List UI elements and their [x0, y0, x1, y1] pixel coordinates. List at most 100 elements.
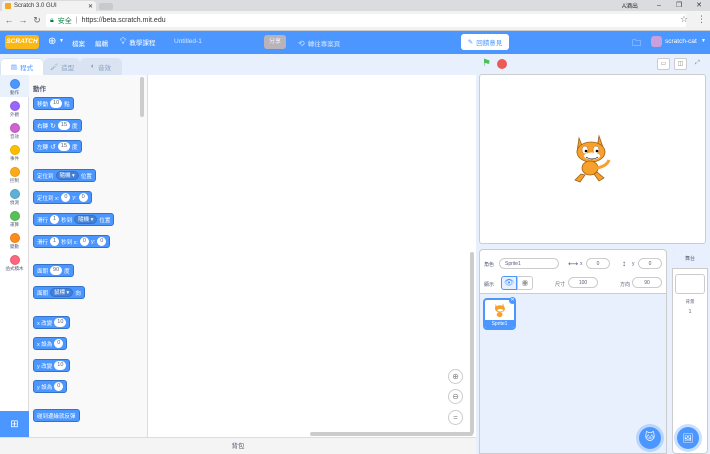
- zoom-in-icon[interactable]: ⊕: [448, 369, 463, 384]
- browser-tab[interactable]: Scratch 3.0 GUI ✕: [2, 1, 96, 11]
- block-goto[interactable]: 定位到 隨機 ▾ 位置: [33, 169, 96, 182]
- add-extension-button[interactable]: ⊞: [0, 411, 29, 437]
- block-input[interactable]: 0: [54, 382, 64, 391]
- block-dropdown[interactable]: 隨機 ▾: [74, 215, 98, 224]
- x-field[interactable]: 0: [586, 258, 610, 269]
- block-bounce[interactable]: 碰到邊緣就反彈: [33, 409, 80, 422]
- direction-field[interactable]: 90: [632, 277, 662, 288]
- block-move-steps[interactable]: 移動 10 點: [33, 97, 74, 110]
- scratch-cat-sprite[interactable]: [569, 130, 613, 186]
- category-item[interactable]: 音效: [0, 123, 29, 145]
- category-label: 動作: [10, 90, 19, 95]
- block-glide[interactable]: 滑行 1 秒到 隨機 ▾ 位置: [33, 213, 115, 226]
- category-label: 外觀: [10, 112, 19, 117]
- block-input[interactable]: 10: [50, 99, 63, 108]
- feedback-button[interactable]: ✎ 回饋意見: [461, 34, 509, 50]
- block-goto-xy[interactable]: 定位到 x: 0 y: 0: [33, 191, 92, 204]
- block-glide-xy[interactable]: 滑行 1 秒到 x: 0 y: 0: [33, 235, 111, 248]
- delete-sprite-icon[interactable]: ✕: [509, 297, 516, 304]
- block-turn-right[interactable]: 右轉 ↻ 15 度: [33, 119, 82, 132]
- tab-code[interactable]: ▤ 程式: [0, 58, 44, 75]
- menu-edit[interactable]: 編輯: [95, 38, 108, 48]
- category-item[interactable]: 動作: [0, 79, 29, 101]
- script-horizontal-scrollbar[interactable]: [310, 432, 473, 436]
- block-set-x[interactable]: x 設為 0: [33, 337, 68, 350]
- show-visible-eye-icon[interactable]: 👁︎: [501, 276, 517, 290]
- bookmark-star-icon[interactable]: ☆: [680, 14, 688, 25]
- backpack[interactable]: 背包: [0, 437, 476, 454]
- tab-sounds[interactable]: 🔈︎ 音效: [80, 58, 122, 75]
- block-input[interactable]: 0: [97, 237, 107, 246]
- feedback-label: 回饋意見: [476, 40, 503, 47]
- block-dropdown[interactable]: 隨機 ▾: [55, 171, 79, 180]
- close-window-icon[interactable]: ✕: [689, 0, 709, 11]
- see-project-page-button[interactable]: ⟲ 轉往專案頁: [298, 38, 340, 49]
- sprite-area-scrollbar[interactable]: [470, 252, 474, 434]
- category-item[interactable]: 事件: [0, 145, 29, 167]
- tab-costumes[interactable]: 🖌︎ 造型: [44, 58, 80, 75]
- maximize-icon[interactable]: ❐: [669, 0, 689, 11]
- block-input[interactable]: 15: [57, 142, 71, 151]
- add-backdrop-button[interactable]: 🖼︎: [677, 427, 699, 449]
- category-item[interactable]: 控制: [0, 167, 29, 189]
- category-item[interactable]: 偵測: [0, 189, 29, 211]
- stage-thumbnail[interactable]: [675, 274, 705, 294]
- zoom-out-icon[interactable]: ⊖: [448, 389, 463, 404]
- block-set-y[interactable]: y 設為 0: [33, 380, 68, 393]
- green-flag-icon[interactable]: ⚑: [482, 58, 491, 69]
- minimize-icon[interactable]: –: [649, 0, 669, 11]
- category-item[interactable]: 變數: [0, 233, 29, 255]
- browser-user[interactable]: A酒出: [622, 1, 638, 10]
- large-stage-icon[interactable]: ◫: [674, 58, 687, 70]
- close-tab-icon[interactable]: ✕: [88, 3, 93, 10]
- account-chevron-down-icon[interactable]: ▼: [701, 38, 706, 44]
- block-change-x[interactable]: x 改變 10: [33, 316, 71, 329]
- block-change-y[interactable]: y 改變 10: [33, 359, 71, 372]
- block-input[interactable]: 0: [54, 339, 64, 348]
- category-item[interactable]: 運算: [0, 211, 29, 233]
- show-hidden-eye-icon[interactable]: ◉: [517, 276, 533, 290]
- block-point-towards[interactable]: 面朝 鼠標 ▾ 向: [33, 286, 85, 299]
- x-label: x: [580, 261, 583, 267]
- new-tab-button[interactable]: [99, 3, 113, 10]
- fullscreen-icon[interactable]: ⤢: [691, 58, 704, 70]
- my-stuff-folder-icon[interactable]: 🗀︎: [632, 36, 641, 52]
- zoom-reset-icon[interactable]: =: [448, 410, 463, 425]
- block-input[interactable]: 15: [57, 121, 71, 130]
- project-title-field[interactable]: Untitled-1: [174, 38, 202, 45]
- scratch-logo[interactable]: SCRATCH: [5, 35, 39, 49]
- username[interactable]: scratch-cat: [665, 38, 697, 45]
- block-input[interactable]: 10: [54, 361, 67, 370]
- category-item[interactable]: 外觀: [0, 101, 29, 123]
- category-item[interactable]: 函式積木: [0, 255, 29, 277]
- block-input[interactable]: 0: [61, 193, 71, 202]
- stop-icon[interactable]: [497, 59, 507, 69]
- chevron-down-icon[interactable]: ▼: [59, 38, 64, 44]
- browser-menu-icon[interactable]: ⋮: [697, 14, 706, 25]
- block-input[interactable]: 10: [54, 318, 67, 327]
- menu-file[interactable]: 檔案: [72, 38, 85, 48]
- back-icon[interactable]: ←: [3, 14, 15, 26]
- block-input[interactable]: 0: [79, 237, 89, 246]
- block-input[interactable]: 1: [50, 237, 60, 246]
- block-input[interactable]: 90: [50, 266, 63, 275]
- block-input[interactable]: 1: [50, 215, 60, 224]
- script-area[interactable]: [148, 75, 476, 437]
- share-button[interactable]: 分享: [264, 35, 286, 49]
- sprite-name-field[interactable]: Sprite1: [499, 258, 559, 269]
- block-point-direction[interactable]: 面朝 90 度: [33, 264, 74, 277]
- y-field[interactable]: 0: [638, 258, 662, 269]
- menu-tutorials[interactable]: 💡︎ 教學課程: [120, 36, 155, 47]
- url-field[interactable]: 🔒︎ 安全 | https://beta.scratch.mit.edu: [46, 14, 686, 27]
- add-sprite-button[interactable]: 🐱︎: [639, 427, 661, 449]
- reload-icon[interactable]: ↻: [31, 14, 43, 26]
- palette-scrollbar[interactable]: [140, 77, 144, 117]
- small-stage-icon[interactable]: ▭: [657, 58, 670, 70]
- block-turn-left[interactable]: 左轉 ↺ 15 度: [33, 140, 82, 153]
- block-dropdown[interactable]: 鼠標 ▾: [50, 288, 74, 297]
- avatar[interactable]: [651, 36, 662, 47]
- size-field[interactable]: 100: [568, 277, 598, 288]
- block-input[interactable]: 0: [78, 193, 88, 202]
- language-globe-icon[interactable]: ⊕: [48, 36, 56, 47]
- forward-icon[interactable]: →: [17, 14, 29, 26]
